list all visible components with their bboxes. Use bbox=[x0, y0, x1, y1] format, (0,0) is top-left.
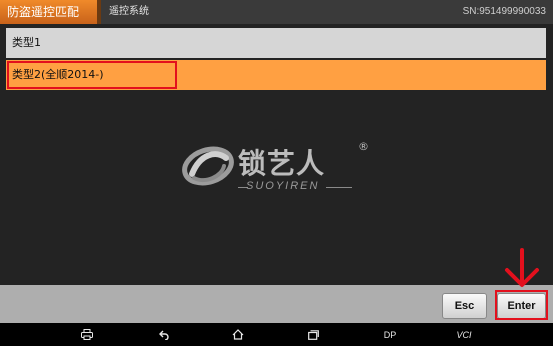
serial-number: SN:951499990033 bbox=[462, 6, 546, 17]
home-icon[interactable] bbox=[229, 323, 247, 346]
system-nav-bar: DP VCI bbox=[0, 323, 553, 346]
watermark-subtext: SUOYIREN bbox=[246, 180, 320, 192]
watermark-brand-text: 锁艺人 bbox=[238, 147, 326, 180]
red-down-arrow-icon bbox=[505, 248, 539, 287]
action-bar: Esc Enter bbox=[0, 285, 553, 323]
breadcrumb-subtitle: 遥控系统 bbox=[109, 6, 149, 17]
swirl-logo-icon bbox=[182, 146, 234, 186]
page-title: 防盗遥控匹配 bbox=[0, 0, 101, 24]
tab-divider bbox=[97, 0, 101, 24]
vci-label[interactable]: VCI bbox=[453, 323, 475, 346]
esc-button[interactable]: Esc bbox=[442, 293, 487, 319]
printer-icon[interactable] bbox=[78, 323, 96, 346]
enter-highlight-box bbox=[495, 290, 548, 320]
back-icon[interactable] bbox=[155, 323, 173, 346]
suoyiren-watermark-logo: 锁艺人 ® SUOYIREN bbox=[182, 140, 382, 198]
dp-label[interactable]: DP bbox=[380, 323, 400, 346]
top-bar: 防盗遥控匹配 遥控系统 SN:951499990033 bbox=[0, 0, 553, 24]
list-item-type-1[interactable]: 类型1 bbox=[6, 28, 546, 58]
registered-mark: ® bbox=[358, 140, 369, 153]
recent-apps-icon[interactable] bbox=[304, 323, 322, 346]
selection-highlight-box bbox=[7, 61, 177, 89]
watermark-rule-right bbox=[326, 187, 352, 188]
